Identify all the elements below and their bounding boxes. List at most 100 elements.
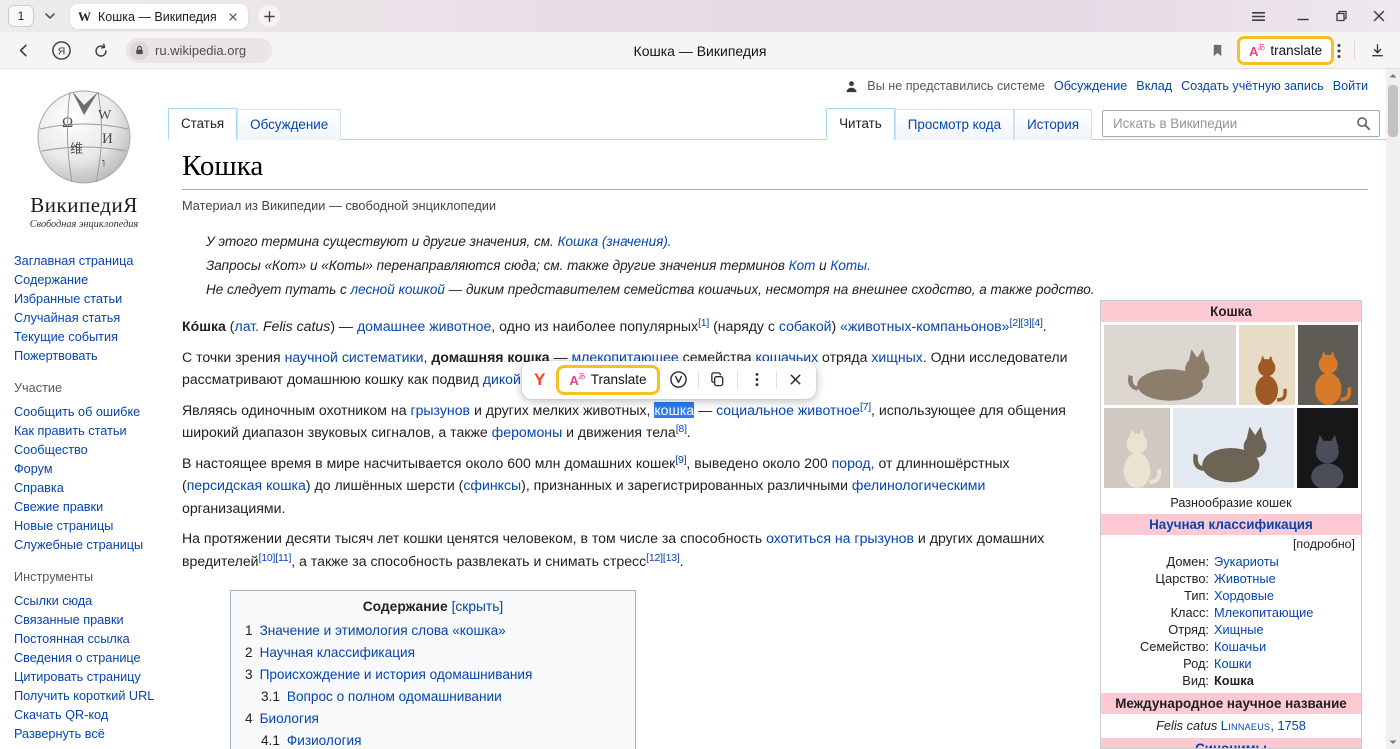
page-scrollbar[interactable] [1386,69,1400,749]
sidebar-link[interactable]: Скачать QR-код [14,706,160,724]
article-link[interactable]: Коты. [830,258,870,273]
cat-photo[interactable] [1239,325,1294,405]
toc-item[interactable]: 3Происхождение и история одомашнивания [245,664,621,686]
toc-item[interactable]: 3.1Вопрос о полном одомашнивании [245,686,621,708]
sidebar-link[interactable]: Текущие события [14,328,160,346]
article-link[interactable]: «животных-компаньонов» [840,318,1009,334]
reference-link[interactable]: [8] [676,423,687,435]
sidebar-link[interactable]: Постоянная ссылка [14,630,160,648]
toc-link[interactable]: Происхождение и история одомашнивания [260,667,533,682]
cat-photo[interactable] [1173,408,1294,488]
name-year[interactable]: , 1758 [1270,718,1306,733]
scroll-down-icon[interactable] [1388,737,1398,747]
article-link[interactable]: лесной кошкой [351,282,445,297]
reference-link[interactable]: [1] [698,317,709,329]
sidebar-link[interactable]: Случайная статья [14,309,160,327]
wikipedia-logo[interactable]: Ω W И 维 ו ВикипедиЯ Свободная энциклопед… [0,69,168,230]
url-text[interactable]: ru.wikipedia.org [155,43,246,58]
article-link[interactable]: Кот [789,258,816,273]
toc-hide-link[interactable]: [скрыть] [452,599,504,614]
cat-photo[interactable] [1298,325,1358,405]
article-link[interactable]: пород, [832,455,875,471]
sidebar-link[interactable]: Развернуть всё [14,725,160,743]
reference-link[interactable]: [12][13] [646,552,679,564]
sidebar-link[interactable]: Избранные статьи [14,290,160,308]
sidebar-link[interactable]: Заглавная страница [14,252,160,270]
article-link[interactable]: грызунов [410,402,470,418]
sidebar-link[interactable]: Новые страницы [14,517,160,535]
toc-item[interactable]: 4.1Физиология [245,730,621,749]
reference-link[interactable]: [9] [675,454,686,466]
sidebar-link[interactable]: Связанные правки [14,611,160,629]
taxonomy-value[interactable]: Хищные [1214,621,1357,638]
article-link[interactable]: домашнее животное [357,318,491,334]
copy-icon[interactable] [708,370,728,390]
taxonomy-value[interactable]: Животные [1214,570,1357,587]
toc-link[interactable]: Значение и этимология слова «кошка» [260,623,506,638]
sidebar-link[interactable]: Служебные страницы [14,536,160,554]
article-link[interactable]: социальное животное [716,402,860,418]
article-link[interactable]: Кошка (значения). [558,234,672,249]
back-icon[interactable] [10,32,36,69]
taxonomy-value[interactable]: Кошачьи [1214,638,1357,655]
popup-close-icon[interactable] [786,370,806,390]
sidebar-link[interactable]: Сообщить об ошибке [14,403,160,421]
yandex-button-icon[interactable]: Я [48,32,74,69]
taxonomy-value[interactable]: Эукариоты [1214,553,1357,570]
tab-close-icon[interactable] [226,10,240,24]
address-bar[interactable]: ru.wikipedia.org [126,38,272,63]
synonyms-header[interactable]: Синонимы [1101,738,1361,749]
taxonomy-value[interactable]: Кошки [1214,655,1357,672]
toolbar-more-icon[interactable] [1328,32,1350,69]
article-link[interactable]: научной систематики [285,349,424,365]
article-link[interactable]: собакой [779,318,832,334]
reference-link[interactable]: [7] [860,401,871,413]
article-link[interactable]: сфинксы [463,477,521,493]
bookmark-icon[interactable] [1204,32,1230,69]
toc-link[interactable]: Биология [260,711,319,726]
browser-menu-icon[interactable] [1243,0,1273,32]
sidebar-link[interactable]: Сведения о странице [14,649,160,667]
sidebar-link[interactable]: Содержание [14,271,160,289]
sidebar-link[interactable]: Получить короткий URL [14,687,160,705]
sidebar-link[interactable]: Сообщество [14,441,160,459]
article-link[interactable]: охотиться на грызунов [766,530,914,546]
voice-icon[interactable] [669,370,689,390]
refresh-icon[interactable] [88,32,114,69]
browser-tab[interactable]: W Кошка — Википедия [70,4,248,29]
author-link[interactable]: Linnaeus [1221,718,1271,733]
taxonomy-value[interactable]: Млекопитающие [1214,604,1357,621]
popup-more-icon[interactable] [747,370,767,390]
article-link[interactable]: лат. [234,318,259,334]
taxonomy-value[interactable]: Кошка [1214,672,1357,689]
toc-link[interactable]: Физиология [287,733,362,748]
classification-header[interactable]: Научная классификация [1101,514,1361,535]
tab-counter-button[interactable]: 1 [8,5,34,27]
sidebar-link[interactable]: Свежие правки [14,498,160,516]
article-link[interactable]: хищных [871,349,922,365]
toolbar-translate-button[interactable]: Aあ translate [1237,36,1334,65]
lock-icon[interactable] [130,41,149,60]
classification-detail-link[interactable]: [подробно] [1101,535,1361,553]
article-link[interactable]: фелинологическими [852,477,985,493]
sidebar-link[interactable]: Как править статьи [14,422,160,440]
window-minimize-icon[interactable] [1288,0,1318,32]
new-tab-button[interactable] [258,5,280,27]
window-close-icon[interactable] [1364,0,1394,32]
sidebar-link[interactable]: Форум [14,460,160,478]
chevron-down-icon[interactable] [42,8,58,24]
scrollbar-thumb[interactable] [1388,85,1398,137]
sidebar-link[interactable]: Пожертвовать [14,347,160,365]
article-link[interactable]: феромоны [492,424,563,440]
sidebar-link[interactable]: Справка [14,479,160,497]
window-restore-icon[interactable] [1325,0,1355,32]
scroll-up-icon[interactable] [1388,71,1398,81]
popup-translate-button[interactable]: Aあ Translate [556,365,659,395]
reference-link[interactable]: [2][3][4] [1009,317,1042,329]
yandex-search-icon[interactable]: Y [532,370,547,390]
cat-photo[interactable] [1104,325,1236,405]
cat-photo[interactable] [1297,408,1358,488]
download-icon[interactable] [1362,32,1392,69]
sidebar-link[interactable]: Ссылки сюда [14,592,160,610]
reference-link[interactable]: [10][11] [259,552,292,564]
